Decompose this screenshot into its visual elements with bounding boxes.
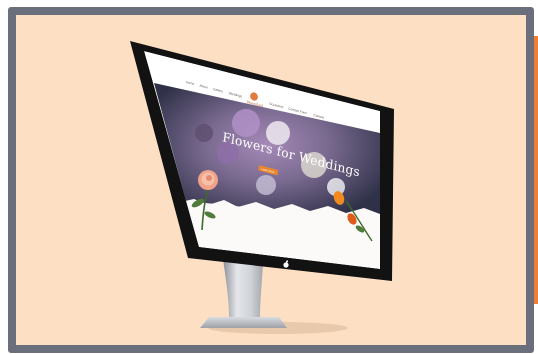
monitor-stand-neck <box>223 259 263 317</box>
imac-illustration: Home About Gallery Weddings Bloomfield O… <box>130 41 394 334</box>
website-screen: Home About Gallery Weddings Bloomfield O… <box>144 51 380 269</box>
monitor-stand-base <box>200 317 287 328</box>
image-frame: Home About Gallery Weddings Bloomfield O… <box>8 7 534 353</box>
